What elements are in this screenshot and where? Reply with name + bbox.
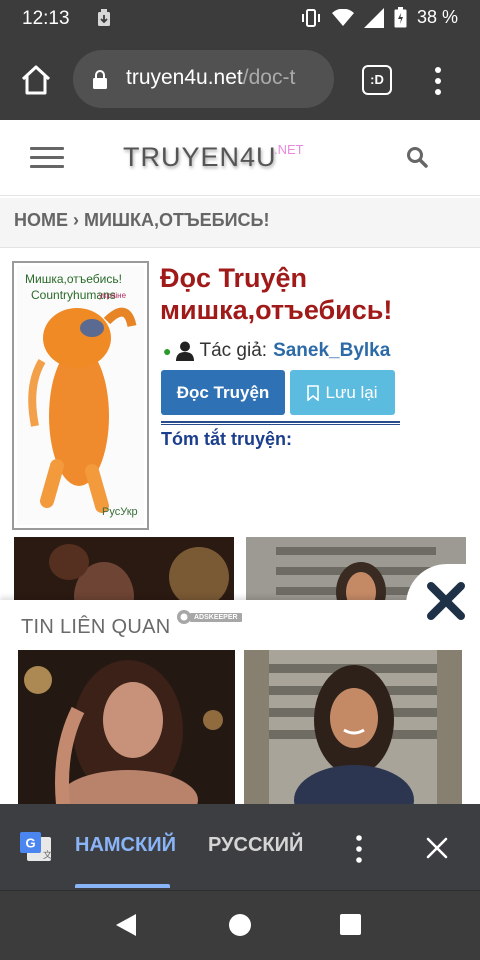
battery-percent: 38 % — [416, 7, 458, 27]
google-translate-icon: G 文 — [20, 832, 52, 861]
translate-menu-icon[interactable] — [352, 834, 366, 864]
wifi-icon — [331, 8, 354, 26]
language-tab-source[interactable]: НАМСКИЙ — [75, 834, 176, 857]
story-title: Đọc Truyện мишка,отъебись! — [160, 263, 393, 325]
cover-title: Мишка,отъебись! — [25, 272, 122, 286]
system-nav-bar — [0, 890, 480, 960]
save-button-label: Lưu lại — [325, 382, 378, 402]
related-thumbnail[interactable] — [244, 650, 462, 804]
author-link[interactable]: Sanek_Bylka — [273, 340, 390, 362]
tab-switcher-button[interactable]: :D — [362, 65, 392, 95]
translate-close-icon[interactable] — [426, 837, 448, 859]
related-ad-panel: TIN LIÊN QUAN ADSKEEPER — [0, 600, 480, 804]
summary-divider — [161, 421, 400, 425]
vibrate-icon — [301, 8, 320, 27]
url-host: truyen4u.net — [126, 66, 243, 89]
lock-icon — [93, 70, 107, 89]
site-logo-suffix: .NET — [274, 142, 304, 157]
cover-art: Мишка,отъебись! Countryhumans украіне Ру… — [17, 266, 144, 525]
summary-heading: Tóm tắt truyện: — [161, 429, 293, 449]
cover-footer: РусУкр — [102, 506, 138, 518]
download-notification-icon — [98, 9, 110, 26]
related-thumbnail[interactable] — [18, 650, 235, 804]
cover-tag: украіне — [99, 291, 127, 300]
address-bar[interactable]: truyen4u.net/doc-t — [73, 50, 334, 108]
close-icon — [427, 582, 465, 620]
browser-toolbar: truyen4u.net/doc-t :D — [0, 38, 480, 120]
battery-icon — [394, 7, 407, 28]
url-path: /doc-t — [242, 66, 296, 89]
svg-text:G: G — [25, 836, 35, 851]
translate-bar: G 文 НАМСКИЙ РУССКИЙ — [0, 804, 480, 890]
save-story-button[interactable]: Lưu lại — [290, 370, 395, 415]
adskeeper-badge[interactable]: ADSKEEPER — [176, 609, 242, 625]
story-cover[interactable]: Мишка,отъебись! Countryhumans украіне Ру… — [12, 261, 149, 530]
url-text: truyen4u.net/doc-t — [126, 66, 295, 90]
hamburger-menu-icon[interactable] — [30, 147, 64, 169]
status-bar: 12:13 38 % — [0, 0, 480, 38]
site-logo[interactable]: TRUYEN4U — [123, 142, 277, 173]
read-story-button[interactable]: Đọc Truyện — [161, 370, 285, 415]
recent-apps-icon[interactable] — [340, 914, 361, 935]
back-icon[interactable] — [114, 912, 138, 938]
author-label: Tác giả: — [199, 340, 268, 361]
site-header: TRUYEN4U .NET — [0, 120, 480, 196]
home-icon[interactable] — [18, 62, 54, 98]
web-page: TRUYEN4U .NET HOME › МИШКА,ОТЪЕБИСЬ! Миш… — [0, 120, 480, 804]
status-time: 12:13 — [22, 8, 70, 29]
active-language-indicator — [75, 884, 170, 888]
signal-icon — [363, 7, 384, 28]
related-title: TIN LIÊN QUAN — [21, 616, 171, 638]
author-row: ● Tác giả: Sanek_Bylka — [163, 340, 390, 362]
language-tab-target[interactable]: РУССКИЙ — [208, 834, 303, 857]
adskeeper-label: ADSKEEPER — [190, 612, 242, 622]
cover-illustration — [28, 307, 137, 513]
bullet-icon: ● — [163, 343, 172, 359]
browser-menu-icon[interactable] — [428, 64, 448, 98]
svg-text:文: 文 — [43, 849, 52, 861]
breadcrumb[interactable]: HOME › МИШКА,ОТЪЕБИСЬ! — [0, 198, 480, 248]
home-nav-icon[interactable] — [229, 914, 251, 936]
related-thumbnail[interactable] — [14, 537, 234, 607]
user-icon — [176, 341, 195, 361]
bookmark-icon — [307, 384, 320, 401]
search-icon[interactable] — [406, 146, 428, 168]
